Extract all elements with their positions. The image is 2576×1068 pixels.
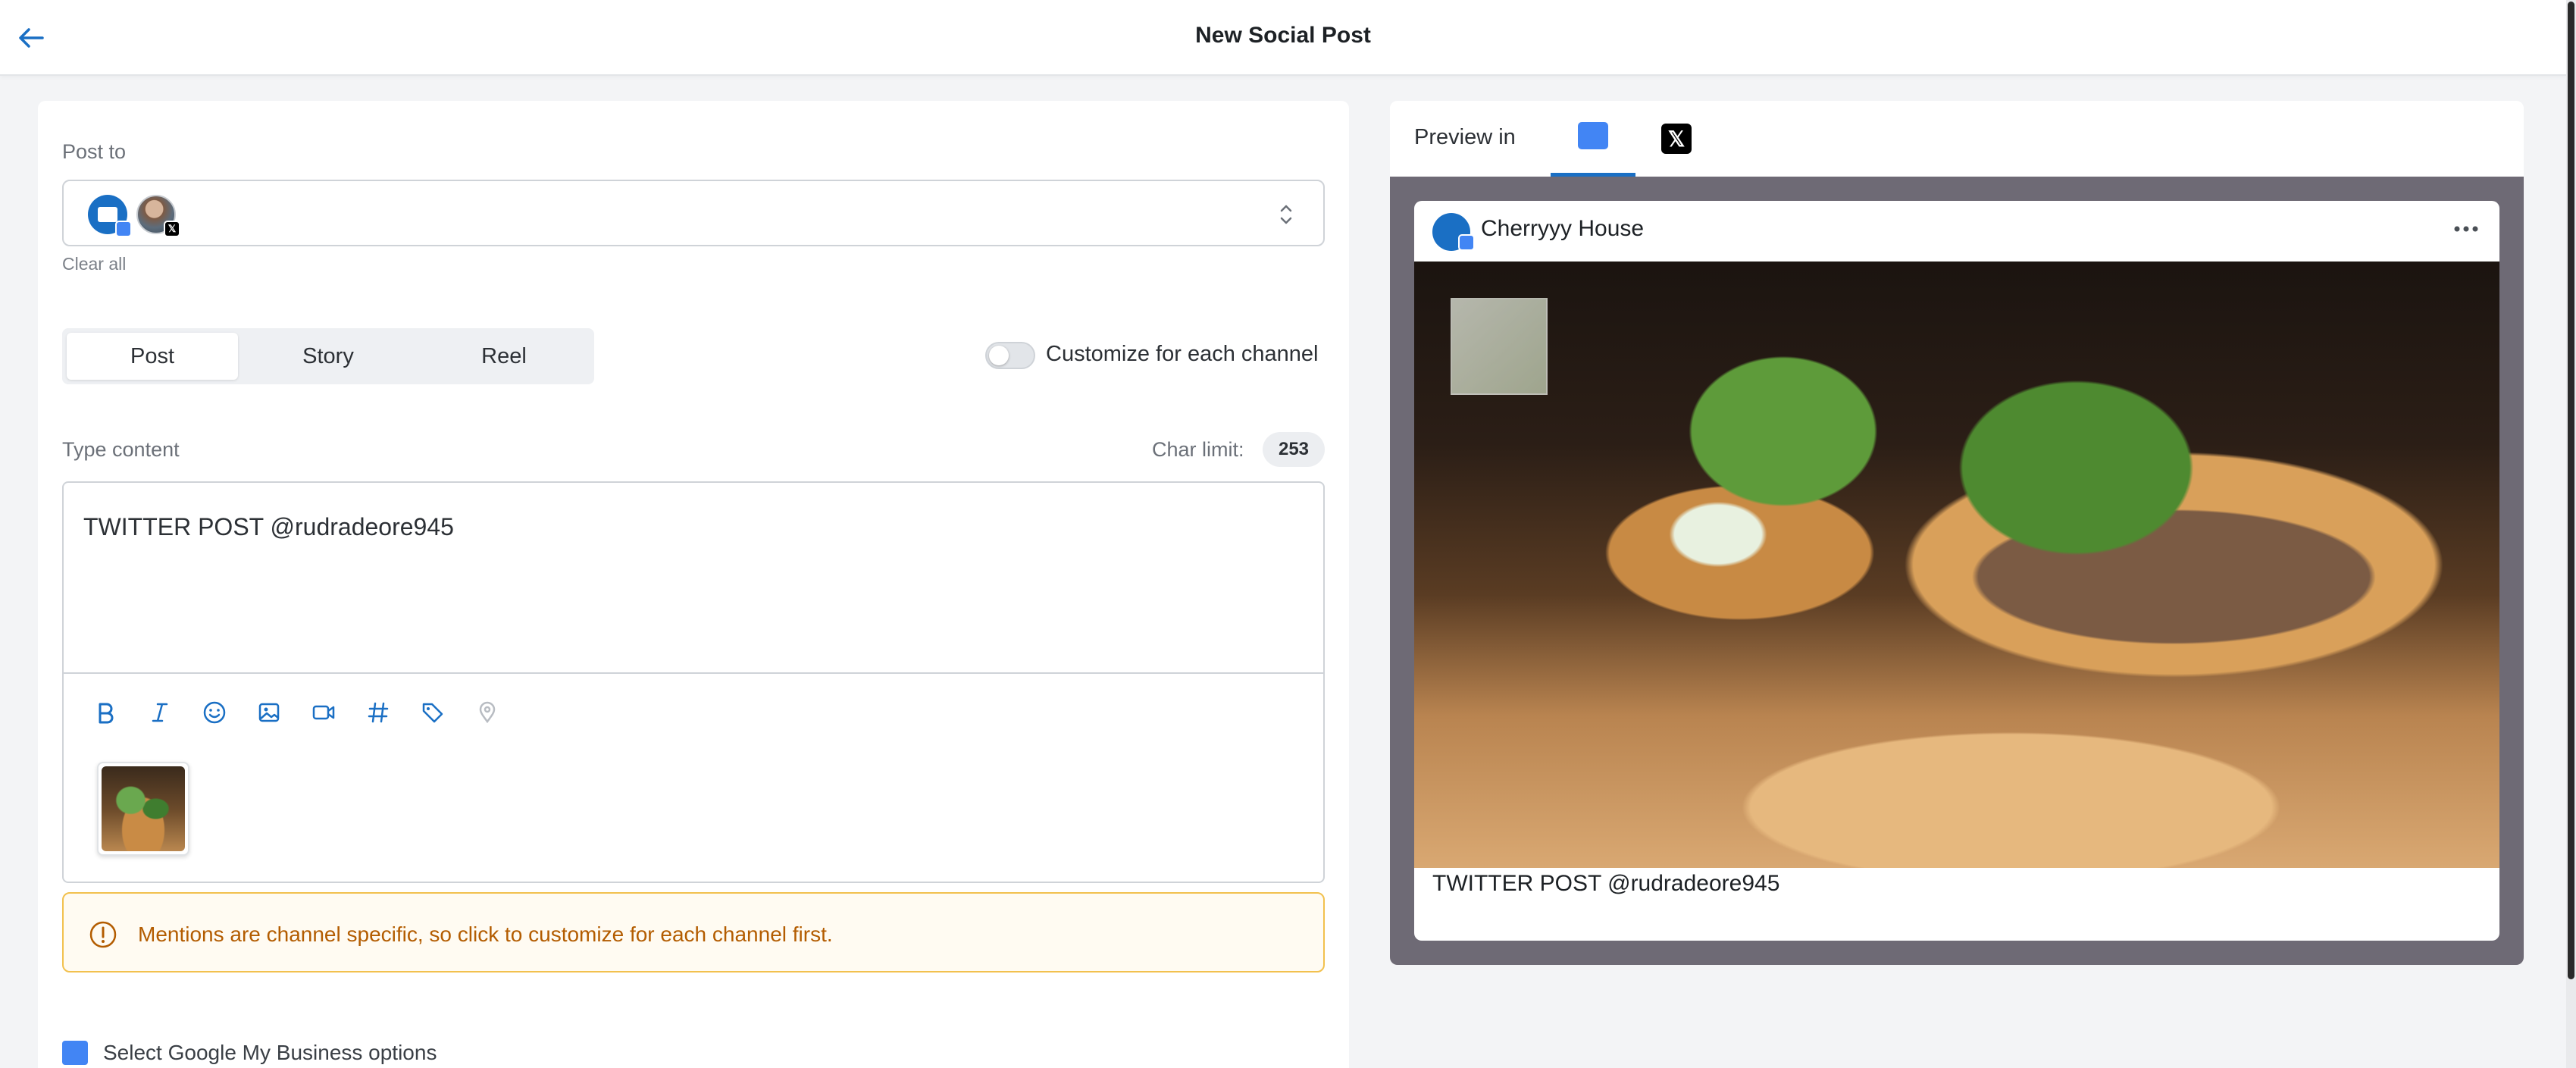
emoji-icon <box>203 701 226 724</box>
image-icon <box>258 703 280 722</box>
image-overlay-thumbnail <box>1451 298 1548 395</box>
composer-panel: Post to 𝕏 Clear all Post Story Reel Cust… <box>38 101 1349 1068</box>
more-options-icon[interactable] <box>2451 218 2481 240</box>
content-editor[interactable]: TWITTER POST @rudradeore945 <box>62 481 1325 883</box>
google-my-business-icon <box>115 221 132 237</box>
tag-button[interactable] <box>414 694 452 731</box>
chevron-up-down-icon <box>1280 205 1292 224</box>
preview-post-card: Cherryyy House TWITTER POST @rudradeore9… <box>1414 201 2499 941</box>
x-icon: 𝕏 <box>1661 124 1692 154</box>
image-button[interactable] <box>250 694 288 731</box>
customize-toggle[interactable] <box>985 342 1035 369</box>
location-icon <box>479 701 496 724</box>
post-caption: TWITTER POST @rudradeore945 <box>1432 871 1780 896</box>
clear-all-link[interactable]: Clear all <box>62 254 126 274</box>
alert-text: Mentions are channel specific, so click … <box>138 922 833 946</box>
hashtag-icon <box>368 702 389 723</box>
char-limit-label: Char limit: <box>1152 438 1244 461</box>
preview-tab-gmb[interactable] <box>1551 101 1635 177</box>
type-content-label: Type content <box>62 438 180 461</box>
hashtag-button[interactable] <box>359 694 397 731</box>
italic-button[interactable] <box>141 694 179 731</box>
account-name: Cherryyy House <box>1481 216 1645 241</box>
page-scrollbar[interactable] <box>2566 0 2576 1068</box>
google-my-business-icon <box>62 1041 88 1065</box>
emoji-button[interactable] <box>196 694 233 731</box>
italic-icon <box>152 703 168 722</box>
post-type-selector: Post Story Reel <box>62 328 594 384</box>
alert-circle-icon <box>89 921 117 948</box>
post-type-story[interactable]: Story <box>243 333 414 380</box>
x-icon: 𝕏 <box>164 221 180 237</box>
post-type-post[interactable]: Post <box>67 333 238 380</box>
char-limit-badge: 253 <box>1263 432 1325 467</box>
preview-area: Cherryyy House TWITTER POST @rudradeore9… <box>1390 177 2524 965</box>
post-image <box>1414 262 2499 868</box>
preview-panel: Preview in 𝕏 Cherryyy House TWITTER POST… <box>1390 101 2524 965</box>
google-my-business-icon <box>1458 234 1475 251</box>
content-text[interactable]: TWITTER POST @rudradeore945 <box>83 513 454 541</box>
bold-button[interactable] <box>86 694 124 731</box>
attached-image-thumbnail[interactable] <box>97 762 189 856</box>
bold-icon <box>99 703 114 724</box>
mentions-alert: Mentions are channel specific, so click … <box>62 892 1325 972</box>
tag-icon <box>422 703 443 723</box>
customize-label: Customize for each channel <box>1046 342 1319 366</box>
gmb-options-label[interactable]: Select Google My Business options <box>103 1041 437 1065</box>
post-to-label: Post to <box>62 140 127 163</box>
location-button[interactable] <box>468 694 506 731</box>
google-my-business-icon <box>1578 122 1608 149</box>
channel-select[interactable]: 𝕏 <box>62 180 1325 246</box>
post-type-reel[interactable]: Reel <box>418 333 590 380</box>
video-button[interactable] <box>305 694 343 731</box>
preview-label: Preview in <box>1414 125 1516 149</box>
top-bar: New Social Post <box>0 0 2566 76</box>
page-title: New Social Post <box>1195 23 1371 48</box>
preview-header: Preview in 𝕏 <box>1390 101 2524 177</box>
video-icon <box>312 705 335 720</box>
